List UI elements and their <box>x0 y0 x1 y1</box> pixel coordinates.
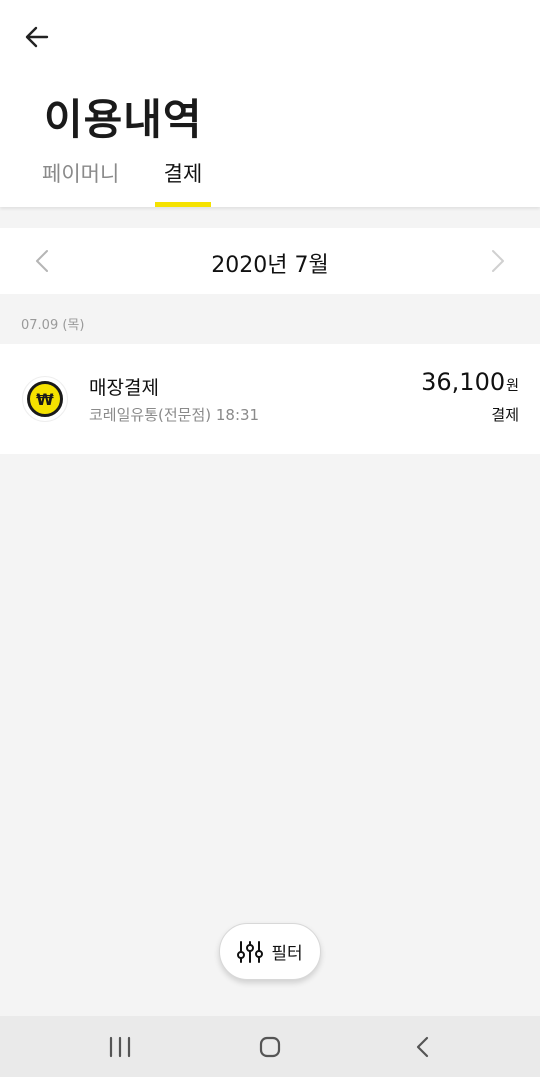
tab-paymoney[interactable]: 페이머니 <box>42 158 119 207</box>
won-symbol: ₩ <box>27 381 63 417</box>
recent-apps-icon <box>109 1036 131 1058</box>
amount-value: 36,100 <box>421 368 506 396</box>
arrow-left-icon <box>25 26 49 48</box>
home-button[interactable] <box>259 1036 281 1058</box>
month-label: 2020년 7월 <box>211 253 329 278</box>
tab-payment[interactable]: 결제 <box>155 158 211 207</box>
filter-button[interactable]: 필터 <box>219 923 321 980</box>
system-navigation-bar <box>0 1016 540 1077</box>
month-selector: 2020년 7월 <box>0 228 540 294</box>
next-month-button[interactable] <box>484 246 512 276</box>
transaction-amount: 36,100 원 <box>421 368 519 396</box>
filter-label: 필터 <box>271 944 303 964</box>
app-header: 이용내역 페이머니 결제 <box>0 0 540 207</box>
back-button[interactable] <box>18 18 56 56</box>
transaction-type: 결제 <box>491 406 519 424</box>
active-tab-indicator <box>155 202 211 207</box>
sliders-icon <box>237 940 264 963</box>
back-icon <box>416 1036 429 1058</box>
transaction-title: 매장결제 <box>89 377 159 399</box>
transaction-merchant-time: 코레일유통(전문점) 18:31 <box>89 406 260 424</box>
amount-unit: 원 <box>506 378 519 394</box>
home-icon <box>259 1036 281 1058</box>
page-title: 이용내역 <box>44 95 203 144</box>
recent-apps-button[interactable] <box>106 1035 134 1059</box>
won-coin-icon: ₩ <box>22 376 68 422</box>
system-back-button[interactable] <box>413 1035 433 1059</box>
date-section-header: 07.09 (목) <box>21 318 85 333</box>
transaction-row[interactable]: ₩ 매장결제 코레일유통(전문점) 18:31 36,100 원 결제 <box>0 344 540 454</box>
chevron-right-icon <box>492 250 504 272</box>
